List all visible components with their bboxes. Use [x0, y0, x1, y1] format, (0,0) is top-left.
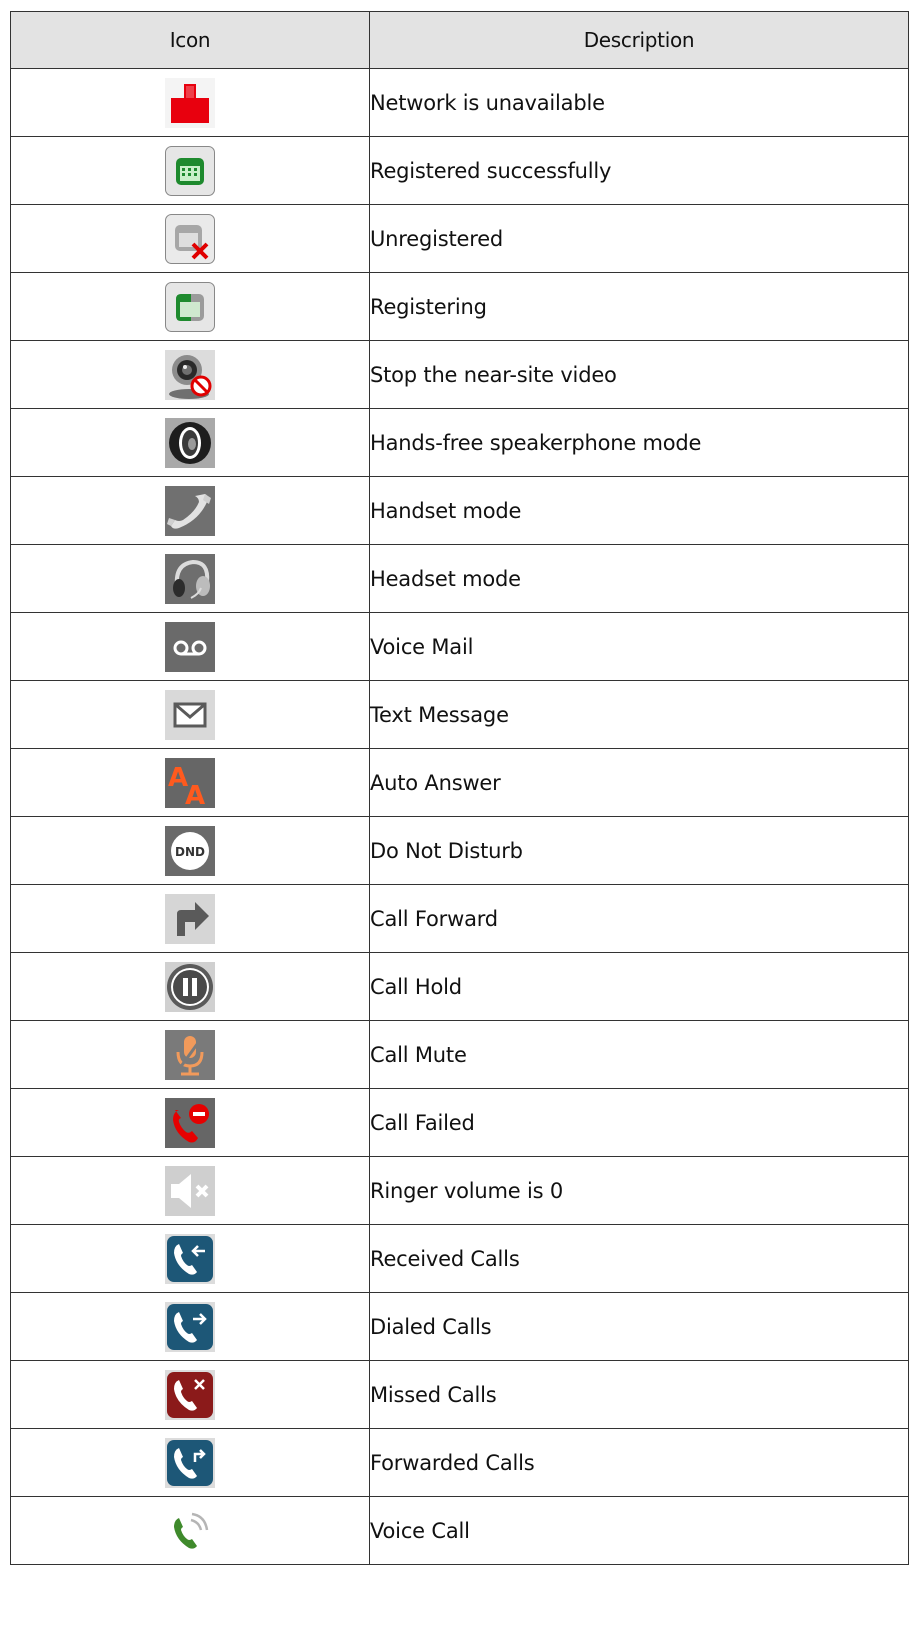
row-description: Ringer volume is 0 [369, 1156, 909, 1225]
stop-video-icon [165, 349, 215, 400]
table-row: AA Auto Answer [10, 748, 909, 817]
handset-icon [165, 485, 215, 536]
table-row: Voice Call [10, 1496, 909, 1565]
svg-text:A: A [185, 781, 205, 808]
row-description: Forwarded Calls [369, 1428, 909, 1497]
row-description: Call Failed [369, 1088, 909, 1157]
table-row: Call Mute [10, 1020, 909, 1089]
row-description: Handset mode [369, 476, 909, 545]
icon-table: Icon Description Network is unavailable … [10, 11, 909, 1565]
table-header-row: Icon Description [10, 11, 909, 69]
call-failed-icon [165, 1097, 215, 1148]
call-mute-icon [165, 1029, 215, 1080]
auto-answer-icon: AA [165, 757, 215, 808]
table-row: Ringer volume is 0 [10, 1156, 909, 1225]
row-description: Voice Mail [369, 612, 909, 681]
registered-icon [165, 145, 215, 196]
table-row: Missed Calls [10, 1360, 909, 1429]
table-row: Network is unavailable [10, 68, 909, 137]
table-row: Call Failed [10, 1088, 909, 1157]
call-forward-icon [165, 893, 215, 944]
row-description: Auto Answer [369, 748, 909, 817]
dialed-calls-icon [165, 1301, 215, 1352]
table-row: Registered successfully [10, 136, 909, 205]
row-description: Call Forward [369, 884, 909, 953]
table-row: Registering [10, 272, 909, 341]
row-description: Do Not Disturb [369, 816, 909, 885]
received-calls-icon [165, 1233, 215, 1284]
row-description: Dialed Calls [369, 1292, 909, 1361]
row-description: Call Hold [369, 952, 909, 1021]
dnd-icon: DND [165, 825, 215, 876]
row-description: Registering [369, 272, 909, 341]
row-description: Text Message [369, 680, 909, 749]
table-row: Voice Mail [10, 612, 909, 681]
header-description: Description [369, 11, 909, 69]
voice-call-icon [165, 1505, 215, 1556]
unregistered-icon [165, 213, 215, 264]
header-icon: Icon [10, 11, 370, 69]
row-description: Registered successfully [369, 136, 909, 205]
row-description: Unregistered [369, 204, 909, 273]
table-row: Received Calls [10, 1224, 909, 1293]
headset-icon [165, 553, 215, 604]
voice-mail-icon [165, 621, 215, 672]
row-description: Hands-free speakerphone mode [369, 408, 909, 477]
network-unavailable-icon [165, 77, 215, 128]
table-row: Call Forward [10, 884, 909, 953]
text-message-icon [165, 689, 215, 740]
forwarded-calls-icon [165, 1437, 215, 1488]
ringer-muted-icon [165, 1165, 215, 1216]
row-description: Network is unavailable [369, 68, 909, 137]
table-row: Dialed Calls [10, 1292, 909, 1361]
table-row: Call Hold [10, 952, 909, 1021]
row-description: Stop the near-site video [369, 340, 909, 409]
table-row: Hands-free speakerphone mode [10, 408, 909, 477]
table-row: Headset mode [10, 544, 909, 613]
table-row: Text Message [10, 680, 909, 749]
table-row: Forwarded Calls [10, 1428, 909, 1497]
row-description: Voice Call [369, 1496, 909, 1565]
svg-text:DND: DND [175, 845, 205, 859]
icon-table-container: Icon Description Network is unavailable … [10, 11, 909, 1565]
row-description: Received Calls [369, 1224, 909, 1293]
row-description: Missed Calls [369, 1360, 909, 1429]
table-row: DND Do Not Disturb [10, 816, 909, 885]
table-row: Stop the near-site video [10, 340, 909, 409]
call-hold-icon [165, 961, 215, 1012]
registering-icon [165, 281, 215, 332]
row-description: Call Mute [369, 1020, 909, 1089]
speakerphone-icon [165, 417, 215, 468]
missed-calls-icon [165, 1369, 215, 1420]
table-row: Handset mode [10, 476, 909, 545]
table-row: Unregistered [10, 204, 909, 273]
row-description: Headset mode [369, 544, 909, 613]
